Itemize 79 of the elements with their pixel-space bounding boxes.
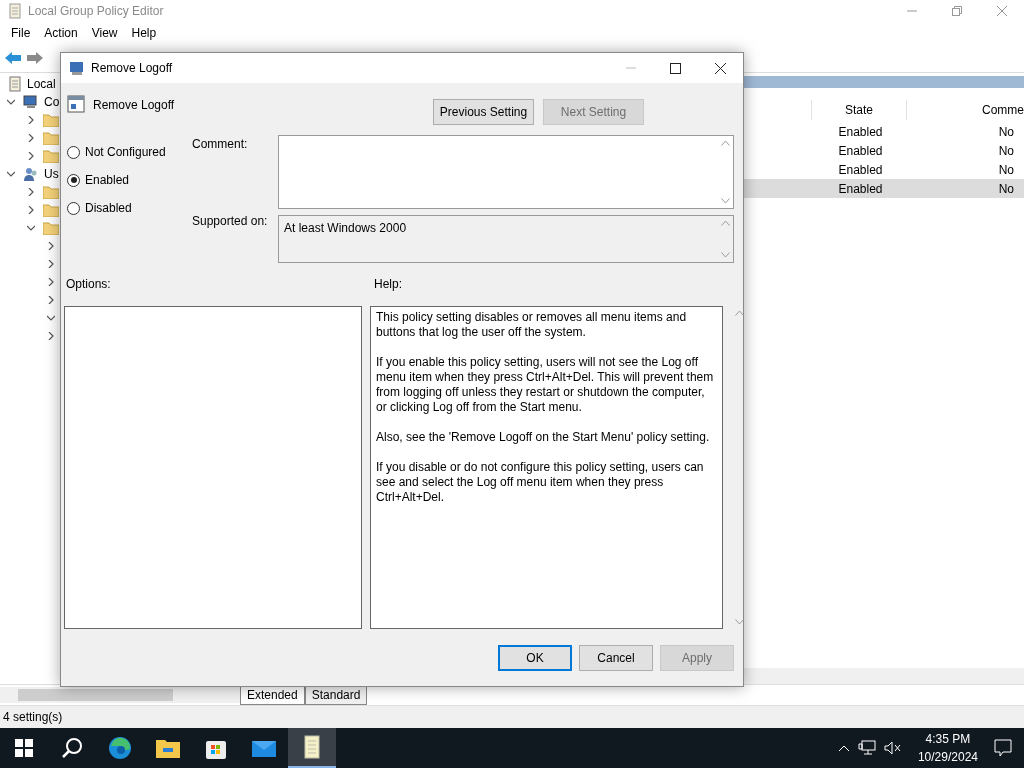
clock[interactable]: 4:35 PM 10/29/2024	[917, 730, 978, 766]
speaker-muted-icon[interactable]	[883, 741, 902, 755]
chevron-down-icon[interactable]	[7, 170, 15, 178]
network-icon[interactable]	[857, 740, 876, 756]
tree-item[interactable]: Us	[44, 167, 59, 181]
setting-name: Remove Logoff	[93, 97, 175, 112]
tree-item[interactable]: Local	[27, 77, 56, 91]
field-label: Supported on:	[192, 214, 269, 228]
chevron-right-icon[interactable]	[27, 134, 35, 142]
folder-icon	[43, 113, 59, 127]
scroll-up-icon[interactable]	[734, 310, 744, 316]
table-cell: Enabled	[838, 162, 883, 177]
chevron-right-icon[interactable]	[47, 242, 55, 250]
menu-item[interactable]: File	[4, 26, 38, 40]
maximize-icon[interactable]	[670, 62, 681, 74]
column-header[interactable]: Comme	[982, 103, 1024, 117]
folder-icon	[43, 185, 59, 199]
setting-window-icon	[67, 95, 85, 113]
chevron-right-icon[interactable]	[27, 188, 35, 196]
search-icon[interactable]	[61, 737, 83, 759]
view-tab[interactable]: Extended	[240, 685, 305, 705]
table-cell: No	[998, 162, 1014, 177]
table-cell: Enabled	[838, 124, 883, 139]
folder-icon	[43, 203, 59, 217]
chevron-right-icon[interactable]	[27, 116, 35, 124]
policy-editor-taskbar-icon[interactable]	[288, 728, 336, 768]
notification-icon[interactable]	[994, 739, 1012, 757]
policy-setting-icon	[69, 60, 85, 76]
policy-scroll-icon	[8, 76, 22, 92]
menu-item[interactable]: Action	[37, 26, 85, 40]
chevron-right-icon[interactable]	[47, 278, 55, 286]
table-cell: No	[998, 181, 1014, 196]
windows-logo-icon[interactable]	[15, 739, 33, 757]
radio-option[interactable]: Not Configured	[67, 143, 192, 161]
restore-icon[interactable]	[951, 6, 962, 16]
dialog-button[interactable]: OK	[498, 645, 572, 671]
chevron-up-icon[interactable]	[837, 744, 850, 752]
help-text: If you enable this policy setting, users will not see the Log off menu item when they press Ctrl+Alt+Del. This will prevent them from logging off unless they restart or shutdown the computer, or clicking Log off from the Start menu.	[376, 355, 715, 415]
section-label: Options:	[66, 277, 112, 293]
supported-on-field: At least Windows 2000	[278, 215, 734, 263]
chevron-right-icon[interactable]	[47, 332, 55, 340]
chevron-right-icon[interactable]	[47, 260, 55, 268]
folder-icon	[43, 221, 59, 235]
scroll-down-icon[interactable]	[734, 619, 744, 625]
table-cell: No	[998, 143, 1014, 158]
previous-setting-button[interactable]: Previous Setting	[433, 99, 534, 125]
folder-icon	[43, 149, 59, 163]
menu-item[interactable]: Help	[124, 26, 164, 40]
status-text: 4 setting(s)	[3, 710, 63, 724]
dialog-title: Remove Logoff	[91, 61, 173, 75]
field-label: Comment:	[192, 137, 249, 151]
tree-item[interactable]: Co	[44, 95, 60, 109]
chevron-down-icon[interactable]	[47, 314, 55, 322]
users-icon	[23, 166, 39, 182]
menu-item[interactable]: View	[84, 26, 125, 40]
chevron-right-icon[interactable]	[27, 152, 35, 160]
help-text: If you disable or do not configure this policy setting, users can see and select the Log off menu item when they press Ctrl+Alt+Del.	[376, 460, 705, 505]
table-cell: Enabled	[838, 143, 883, 158]
computer-icon	[23, 94, 39, 110]
policy-scroll-icon	[8, 3, 22, 19]
radio-option[interactable]: Enabled	[67, 171, 192, 189]
table-cell: Enabled	[838, 181, 883, 196]
radio-option[interactable]: Disabled	[67, 199, 192, 217]
table-cell: No	[998, 124, 1014, 139]
help-text: This policy setting disables or removes all menu items and buttons that log the user off the system.	[376, 310, 688, 340]
chevron-down-icon[interactable]	[27, 224, 35, 232]
section-label: Help:	[374, 277, 403, 293]
horizontal-scrollbar[interactable]	[0, 687, 240, 703]
chevron-right-icon[interactable]	[47, 296, 55, 304]
folder-icon	[43, 131, 59, 145]
chevron-right-icon[interactable]	[27, 206, 35, 214]
column-header[interactable]: State	[845, 103, 873, 117]
help-text: Also, see the 'Remove Logoff on the Start Menu' policy setting.	[376, 430, 711, 445]
back-arrow-icon[interactable]	[4, 51, 22, 65]
forward-arrow-icon[interactable]	[26, 51, 44, 65]
window-title: Local Group Policy Editor	[28, 4, 164, 18]
close-icon[interactable]	[715, 62, 726, 74]
chevron-down-icon[interactable]	[7, 98, 15, 106]
dialog-button[interactable]: Cancel	[579, 645, 653, 671]
